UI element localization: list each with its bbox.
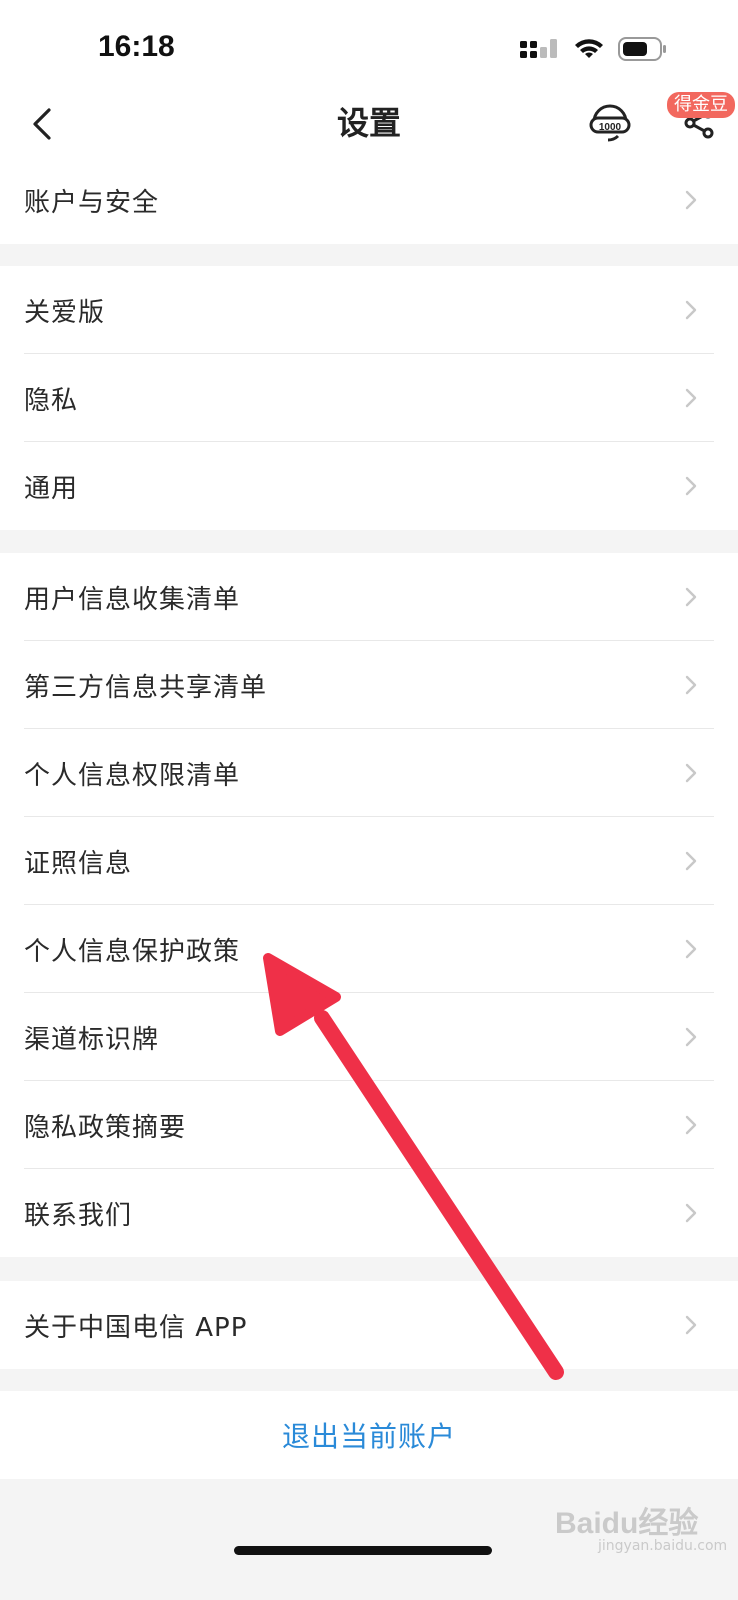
settings-item-label: 个人信息权限清单 (24, 760, 241, 791)
status-bar: 16:18 (0, 0, 738, 90)
settings-item-label: 账户与安全 (24, 187, 160, 218)
chevron-right-icon (685, 1315, 697, 1335)
settings-item-label: 渠道标识牌 (24, 1024, 160, 1055)
settings-group-account: 账户与安全 (0, 156, 738, 244)
svg-text:1000: 1000 (599, 122, 622, 133)
settings-item-label: 通用 (24, 473, 79, 504)
settings-item-account-security[interactable]: 账户与安全 (0, 156, 738, 244)
status-icons (520, 36, 668, 62)
settings-item-label: 联系我们 (24, 1200, 133, 1231)
battery-icon (618, 37, 666, 61)
cellular-signal-icon (520, 39, 557, 58)
chevron-right-icon (685, 939, 697, 959)
chevron-right-icon (685, 388, 697, 408)
logout-label: 退出当前账户 (281, 1420, 456, 1453)
gold-bean-badge[interactable]: 得金豆 (667, 92, 735, 118)
customer-service-10000-icon[interactable]: 1000 (588, 100, 632, 144)
settings-item-label: 用户信息收集清单 (24, 584, 241, 615)
settings-item-care-mode[interactable]: 关爱版 (0, 266, 738, 354)
settings-group-about: 关于中国电信 APP (0, 1281, 738, 1369)
settings-item-about-app[interactable]: 关于中国电信 APP (0, 1281, 738, 1369)
chevron-right-icon (685, 763, 697, 783)
nav-bar: 设置 1000 (0, 90, 738, 156)
chevron-right-icon (685, 1203, 697, 1223)
settings-group-preferences: 关爱版 隐私 通用 (0, 266, 738, 530)
settings-item-label: 关于中国电信 APP (24, 1312, 248, 1343)
settings-item-general[interactable]: 通用 (0, 442, 738, 530)
settings-item-privacy-protection-policy[interactable]: 个人信息保护政策 (0, 905, 738, 993)
logout-button[interactable]: 退出当前账户 (0, 1391, 738, 1479)
baidu-watermark: Baidu经验 (555, 1507, 699, 1540)
settings-item-label: 关爱版 (24, 297, 106, 328)
settings-item-label: 第三方信息共享清单 (24, 672, 268, 703)
chevron-right-icon (685, 851, 697, 871)
chevron-right-icon (685, 190, 697, 210)
settings-group-info: 用户信息收集清单 第三方信息共享清单 个人信息权限清单 证照信息 个人信息保护政… (0, 553, 738, 1257)
status-time: 16:18 (98, 30, 175, 63)
settings-item-info-collection-list[interactable]: 用户信息收集清单 (0, 553, 738, 641)
settings-item-contact-us[interactable]: 联系我们 (0, 1169, 738, 1257)
chevron-right-icon (685, 1115, 697, 1135)
baidu-watermark-url: jingyan.baidu.com (598, 1538, 728, 1554)
chevron-right-icon (685, 587, 697, 607)
chevron-right-icon (685, 476, 697, 496)
chevron-right-icon (685, 675, 697, 695)
home-indicator (234, 1546, 492, 1555)
settings-item-label: 隐私政策摘要 (24, 1112, 187, 1143)
settings-item-license-info[interactable]: 证照信息 (0, 817, 738, 905)
settings-item-third-party-sharing-list[interactable]: 第三方信息共享清单 (0, 641, 738, 729)
settings-item-privacy-summary[interactable]: 隐私政策摘要 (0, 1081, 738, 1169)
settings-item-label: 个人信息保护政策 (24, 936, 241, 967)
settings-item-label: 隐私 (24, 385, 79, 416)
wifi-icon (575, 39, 603, 58)
chevron-right-icon (685, 1027, 697, 1047)
settings-item-privacy[interactable]: 隐私 (0, 354, 738, 442)
settings-item-channel-id[interactable]: 渠道标识牌 (0, 993, 738, 1081)
settings-item-permission-list[interactable]: 个人信息权限清单 (0, 729, 738, 817)
settings-item-label: 证照信息 (24, 848, 133, 879)
chevron-right-icon (685, 300, 697, 320)
